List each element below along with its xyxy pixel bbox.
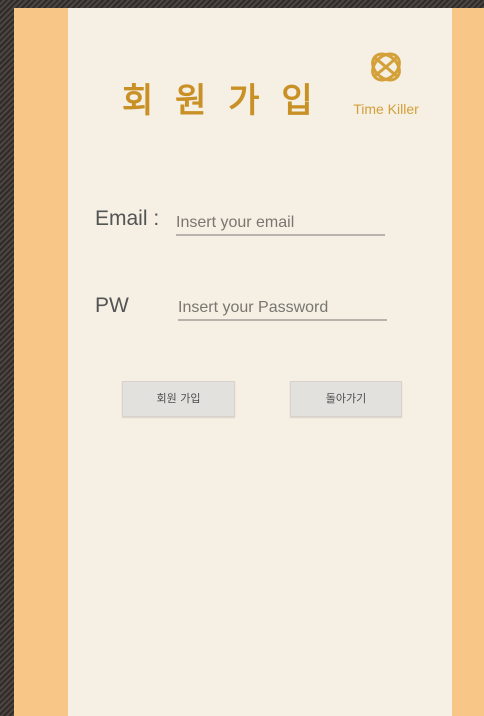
password-field[interactable]: [178, 297, 387, 321]
left-border-pattern: [0, 0, 14, 716]
signup-button[interactable]: 회원 가입: [122, 381, 235, 417]
password-label: PW: [95, 294, 129, 317]
brand-name: Time Killer: [353, 101, 419, 117]
signup-screen: 회 원 가 입 Time Killer Email : PW 회원 가입 돌아가…: [68, 8, 452, 716]
page-title: 회 원 가 입: [122, 80, 318, 121]
screen-canvas: 회 원 가 입 Time Killer Email : PW 회원 가입 돌아가…: [0, 0, 484, 716]
interlocked-globe-icon: [371, 52, 401, 82]
email-field[interactable]: [176, 212, 385, 236]
left-background-rail: [14, 8, 68, 716]
right-background-rail: [452, 8, 484, 716]
top-border-pattern: [0, 0, 484, 8]
brand-logo: Time Killer: [344, 46, 428, 121]
email-label: Email :: [95, 207, 160, 230]
back-button[interactable]: 돌아가기: [290, 381, 402, 417]
